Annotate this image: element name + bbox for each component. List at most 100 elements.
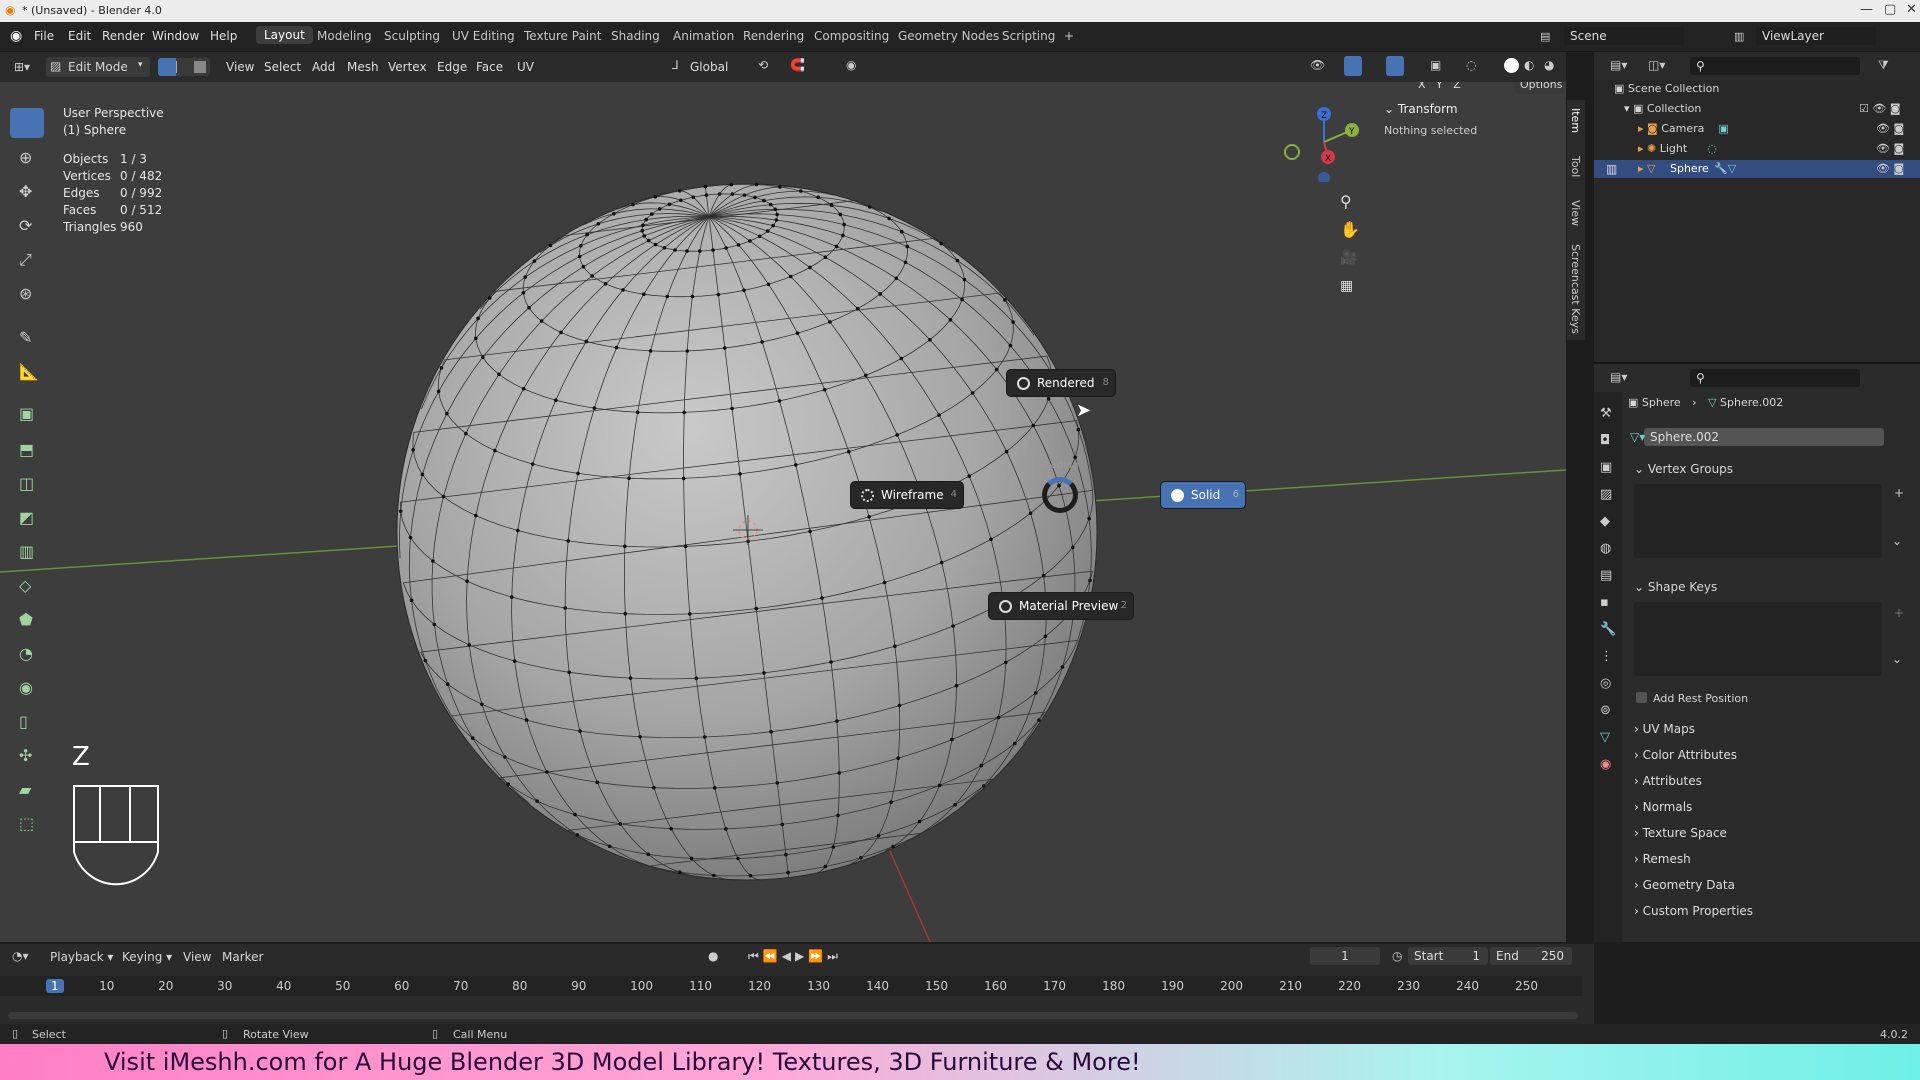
menu-window[interactable]: Window — [152, 29, 199, 43]
tab-view[interactable]: View — [1569, 200, 1582, 226]
extrude-tool[interactable]: ⬒ — [10, 434, 44, 464]
timeline-editor-icon[interactable]: ◔▾ — [12, 949, 29, 963]
outliner-row-sphere[interactable]: ▥ ▸ ▽ Sphere 🔧▽ 👁 ◙ — [1594, 160, 1920, 178]
add-icon[interactable]: + — [1894, 606, 1904, 620]
blender-menu-icon[interactable]: ◉ — [10, 28, 22, 44]
tab-compositing[interactable]: Compositing — [814, 29, 889, 43]
poly-build-tool[interactable]: ⬟ — [10, 604, 44, 634]
geometry-data-panel[interactable]: › Geometry Data — [1634, 878, 1735, 892]
menu-select[interactable]: Select — [264, 60, 301, 74]
menu-marker[interactable]: Marker — [222, 950, 263, 964]
edge-slide-tool[interactable]: ▯ — [10, 706, 44, 736]
navigation-gizmo[interactable]: Z Y X — [1276, 102, 1372, 182]
outliner-row-light[interactable]: ▸ ✺ Light ◌ — [1638, 142, 1717, 155]
remesh-panel[interactable]: › Remesh — [1634, 852, 1691, 866]
tab-layout[interactable]: Layout — [256, 26, 313, 44]
vertex-groups-header[interactable]: ⌄ Vertex Groups — [1634, 462, 1733, 476]
cursor-tool[interactable]: ⊕ — [10, 142, 44, 172]
mesh-browse-icon[interactable]: ▽▾ — [1630, 430, 1645, 444]
mirror-z-button[interactable]: Z — [1453, 82, 1461, 91]
viewlayer-selector[interactable]: ViewLayer — [1756, 27, 1876, 45]
tab-sculpting[interactable]: Sculpting — [384, 29, 440, 43]
menu-vertex[interactable]: Vertex — [388, 60, 427, 74]
custom-properties-panel[interactable]: › Custom Properties — [1634, 904, 1753, 918]
smooth-tool[interactable]: ◉ — [10, 672, 44, 702]
mirror-x-button[interactable]: X — [1418, 82, 1426, 91]
tab-shading[interactable]: Shading — [611, 29, 660, 43]
loop-cut-tool[interactable]: ▥ — [10, 536, 44, 566]
tab-texture-paint[interactable]: Texture Paint — [524, 29, 601, 43]
pan-hand-icon[interactable]: ✋ — [1340, 220, 1360, 239]
menu-edit[interactable]: Edit — [68, 29, 91, 43]
perspective-toggle-icon[interactable]: ▦ — [1340, 278, 1353, 294]
visibility-icon[interactable]: 👁 — [1310, 58, 1325, 72]
current-frame-field[interactable]: 1 — [1310, 947, 1380, 965]
menu-playback[interactable]: Playback ▾ — [50, 950, 113, 964]
display-mode-icon[interactable]: ◫▾ — [1648, 58, 1665, 72]
menu-view[interactable]: View — [226, 60, 254, 74]
add-cube-tool[interactable]: ▣ — [10, 398, 44, 428]
camera-view-icon[interactable]: 🎥 — [1340, 250, 1357, 266]
add-rest-position-checkbox[interactable]: Add Rest Position — [1636, 692, 1748, 705]
proportional-edit-icon[interactable]: ◉ — [846, 58, 856, 72]
filter-icon[interactable]: ⧩ — [1878, 58, 1889, 73]
maximize-icon[interactable]: ▢ — [1884, 2, 1896, 17]
record-icon[interactable]: ● — [708, 949, 718, 963]
select-box-tool[interactable] — [10, 108, 44, 138]
shading-material-icon[interactable]: ◐ — [1524, 58, 1534, 72]
move-tool[interactable]: ✥ — [10, 176, 44, 206]
tab-tool[interactable]: Tool — [1569, 156, 1582, 177]
tab-geometry-nodes[interactable]: Geometry Nodes — [898, 29, 999, 43]
attributes-panel[interactable]: › Attributes — [1634, 774, 1702, 788]
rip-region-tool[interactable]: ⬚ — [10, 808, 44, 838]
properties-tab-icons[interactable]: ⚒ ◘ ▣ ▨ ◆ ◍ ▤ ▪ 🔧 ⋮ ◎ ⊚ ▽ ◉ — [1600, 400, 1616, 778]
end-frame-field[interactable]: End 250 — [1490, 947, 1572, 965]
visibility-eye-icon[interactable]: 👁 ◙ — [1876, 162, 1904, 175]
menu-add[interactable]: Add — [312, 60, 335, 74]
shape-keys-header[interactable]: ⌄ Shape Keys — [1634, 580, 1717, 594]
chevron-down-icon[interactable]: ⌄ — [1892, 652, 1902, 666]
outliner-row-scene-collection[interactable]: ▣ Scene Collection — [1614, 82, 1719, 95]
texture-space-panel[interactable]: › Texture Space — [1634, 826, 1727, 840]
tab-screencast-keys[interactable]: Screencast Keys — [1569, 244, 1582, 334]
outliner-row-collection[interactable]: ▾ ▣ Collection — [1624, 102, 1701, 115]
knife-tool[interactable]: ◇ — [10, 570, 44, 600]
xray-icon[interactable]: ▣ — [1430, 58, 1441, 72]
gizmo-toggle-button[interactable] — [1344, 56, 1362, 76]
menu-edge[interactable]: Edge — [437, 60, 467, 74]
menu-file[interactable]: File — [34, 29, 54, 43]
mirror-y-button[interactable]: Y — [1436, 82, 1443, 91]
annotate-tool[interactable]: ✎ — [10, 322, 44, 352]
pie-item-material-preview[interactable]: Material Preview 2 — [988, 592, 1134, 620]
color-attributes-panel[interactable]: › Color Attributes — [1634, 748, 1737, 762]
promo-banner[interactable]: Visit iMeshh.com for A Huge Blender 3D M… — [0, 1044, 1920, 1080]
vertex-groups-list[interactable] — [1634, 484, 1882, 558]
inset-tool[interactable]: ◫ — [10, 468, 44, 498]
timeline-scrollbar[interactable] — [8, 1012, 1578, 1019]
menu-face[interactable]: Face — [476, 60, 503, 74]
uv-maps-panel[interactable]: › UV Maps — [1634, 722, 1695, 736]
playback-controls[interactable]: ⏮⏪◀▶⏩⏭ — [748, 949, 842, 964]
pie-item-rendered[interactable]: Rendered 8 — [1006, 369, 1116, 397]
pivot-icon[interactable]: ⟲ — [758, 58, 768, 72]
scene-selector[interactable]: Scene — [1564, 27, 1684, 45]
visibility-eye-icon[interactable]: 👁 ◙ — [1876, 142, 1904, 155]
shading-wireframe-icon[interactable]: ◌ — [1466, 58, 1476, 72]
edge-select-button[interactable] — [176, 61, 190, 73]
outliner-editor-icon[interactable]: ▤▾ — [1610, 58, 1627, 72]
mode-dropdown[interactable]: ▨ Edit Mode ▾ — [46, 57, 150, 77]
chevron-down-icon[interactable]: ⌄ — [1892, 534, 1902, 548]
menu-view[interactable]: View — [183, 950, 211, 964]
properties-editor-icon[interactable]: ▤▾ — [1610, 370, 1627, 384]
tab-rendering[interactable]: Rendering — [743, 29, 804, 43]
orientation-dropdown[interactable]: Global — [690, 60, 728, 74]
menu-mesh[interactable]: Mesh — [347, 60, 379, 74]
overlay-toggle-button[interactable] — [1386, 56, 1404, 76]
menu-keying[interactable]: Keying ▾ — [122, 950, 172, 964]
add-icon[interactable]: + — [1894, 486, 1904, 500]
outliner-search-input[interactable]: ⚲ — [1690, 57, 1860, 75]
spin-tool[interactable]: ◔ — [10, 638, 44, 668]
tab-uv-editing[interactable]: UV Editing — [452, 29, 515, 43]
snap-icon[interactable]: 🧲 — [790, 58, 805, 72]
visibility-eye-icon[interactable]: 👁 ◙ — [1876, 122, 1904, 135]
